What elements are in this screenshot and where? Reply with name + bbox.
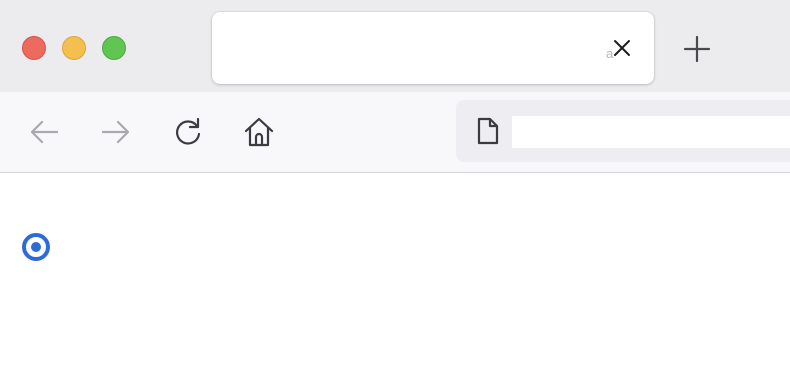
- address-bar[interactable]: [456, 100, 790, 162]
- close-icon[interactable]: [610, 36, 634, 60]
- url-input[interactable]: [512, 116, 790, 148]
- browser-window: a: [0, 0, 790, 380]
- maximize-window-button[interactable]: [102, 36, 126, 60]
- radio-selected-dot: [31, 242, 41, 252]
- plus-icon[interactable]: [682, 34, 712, 64]
- active-tab[interactable]: a: [212, 12, 654, 84]
- home-icon[interactable]: [241, 114, 277, 150]
- arrow-right-icon[interactable]: [98, 114, 134, 150]
- page-icon: [477, 117, 499, 145]
- page-content: [0, 173, 790, 380]
- tab-strip: a: [0, 0, 790, 92]
- close-window-button[interactable]: [22, 36, 46, 60]
- minimize-window-button[interactable]: [62, 36, 86, 60]
- reload-icon[interactable]: [170, 114, 206, 150]
- arrow-left-icon[interactable]: [26, 114, 62, 150]
- radio-button[interactable]: [22, 233, 50, 261]
- navigation-toolbar: [0, 92, 790, 173]
